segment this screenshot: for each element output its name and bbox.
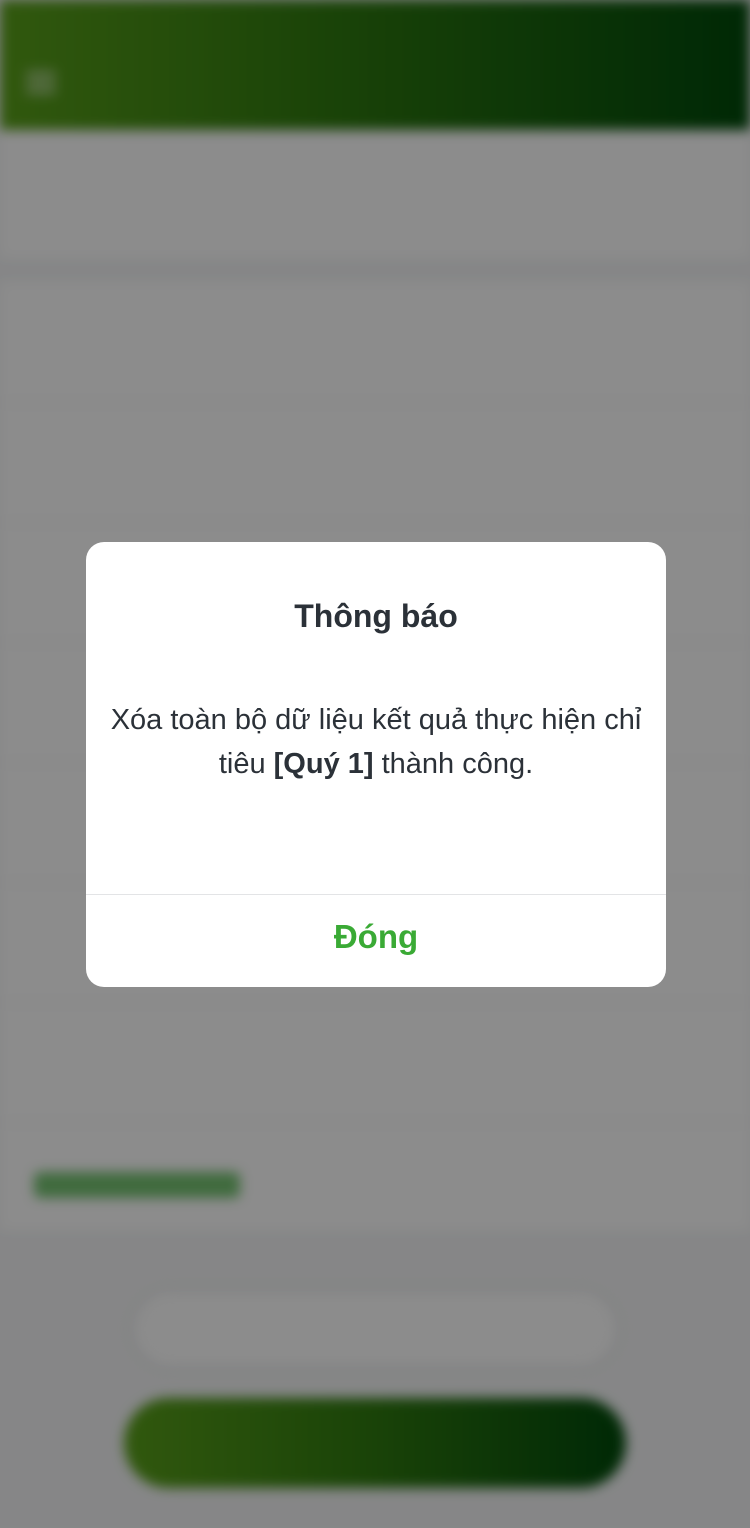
notification-dialog: Thông báo Xóa toàn bộ dữ liệu kết quả th… (86, 542, 666, 987)
app-screen: Thông báo Xóa toàn bộ dữ liệu kết quả th… (0, 0, 750, 1528)
close-button[interactable]: Đóng (86, 895, 666, 987)
dialog-message-period: [Quý 1] (273, 748, 374, 780)
dialog-message-suffix: thành công. (373, 748, 534, 780)
dialog-message: Xóa toàn bộ dữ liệu kết quả thực hiện ch… (106, 698, 646, 786)
dialog-title: Thông báo (294, 598, 458, 634)
